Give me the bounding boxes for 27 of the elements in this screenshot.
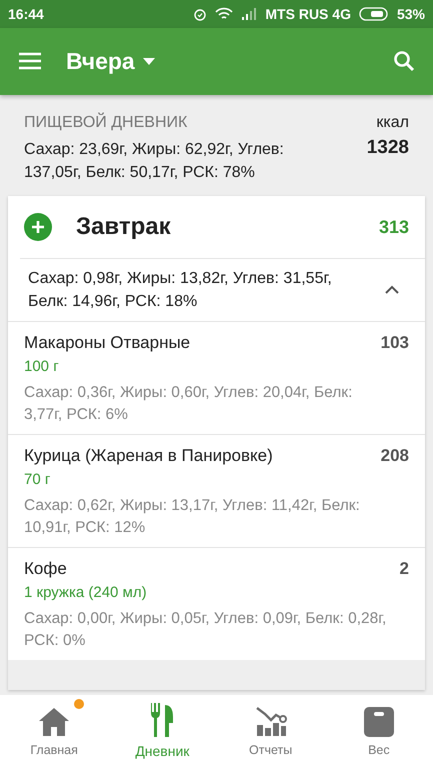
food-calories: 208 — [380, 445, 409, 467]
food-name[interactable]: Макароны Отварные — [24, 330, 190, 356]
food-nutrients: Сахар: 0,62г, Жиры: 13,17г, Углев: 11,42г, Белк: 10,91г, РСК: 12% — [24, 496, 361, 538]
nav-tab[interactable]: Отчеты — [216, 695, 325, 770]
food-name[interactable]: Курица (Жареная в Панировке) — [24, 443, 273, 468]
unit-label: ккал — [375, 113, 409, 133]
food-name[interactable]: Кофе — [24, 556, 67, 582]
meal-calories: 313 — [378, 216, 409, 238]
battery-percent: 53% — [396, 4, 425, 24]
section-heading: ПИЩЕВОЙ ДНЕВНИК — [24, 112, 188, 133]
carrier-name: MTS RUS 4G — [265, 4, 351, 24]
nav-tab[interactable]: Дневник — [108, 695, 216, 770]
food-amount: 100 г — [24, 356, 60, 376]
meal-nutrients: Сахар: 0,98г, Жиры: 13,82г, Углев: 31,55г, Белк: 14,96г, РСК: 18% — [28, 269, 333, 312]
date-dropdown[interactable]: Вчера — [66, 44, 155, 79]
food-calories: 103 — [380, 332, 409, 354]
food-amount: 1 кружка (240 мл) — [24, 582, 148, 602]
food-calories: 2 — [400, 558, 409, 580]
status-time: 16:44 — [8, 4, 44, 24]
food-nutrients: Сахар: 0,00г, Жиры: 0,05г, Углев: 0,09г, Белк: 0,28г, РСК: 0% — [24, 609, 388, 651]
meal-title: Завтрак — [76, 212, 171, 242]
nutrient-summary: Сахар: 23,69г, Жиры: 62,92г, Углев: 137,05г, Белк: 50,17г, РСК: 78% — [24, 140, 285, 183]
nav-tab[interactable]: Вес — [324, 695, 433, 770]
food-amount: 70 г — [24, 470, 52, 490]
food-nutrients: Сахар: 0,36г, Жиры: 0,60г, Углев: 20,04г, Белк: 3,77г, РСК: 6% — [24, 383, 354, 425]
total-calories: 1328 — [366, 136, 409, 160]
nav-tab[interactable]: Главная — [0, 695, 108, 770]
